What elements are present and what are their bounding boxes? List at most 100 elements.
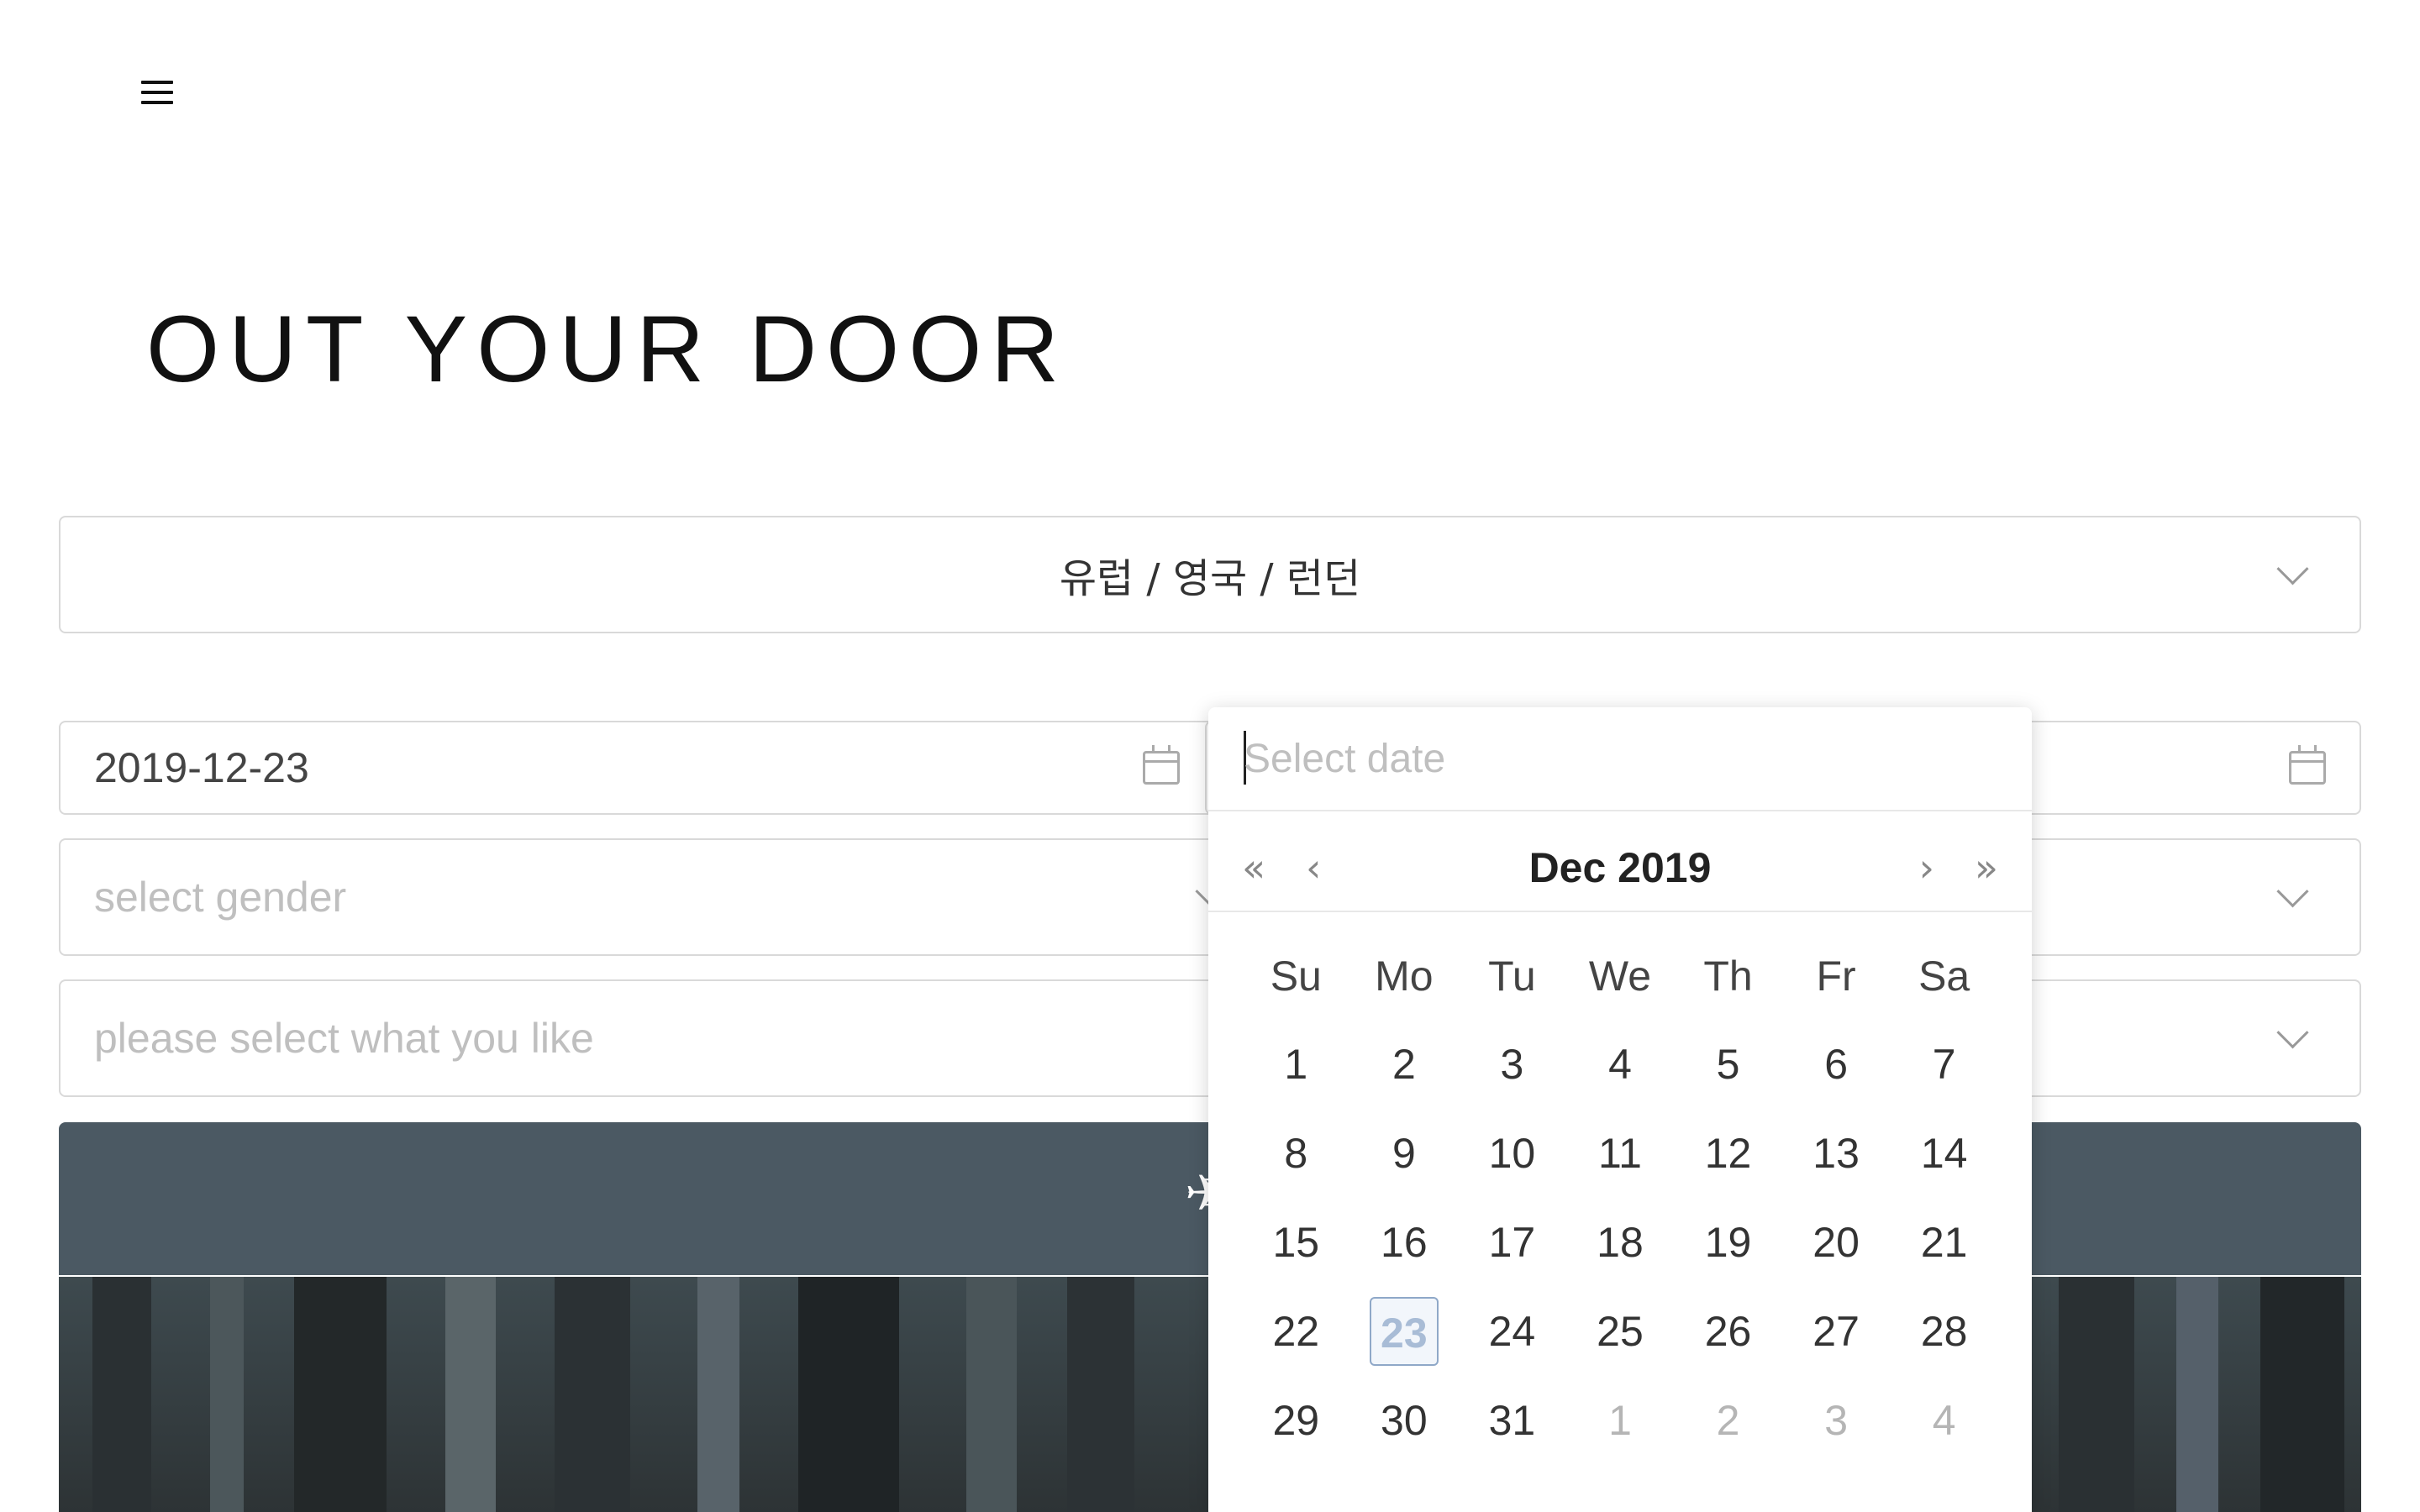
- calendar-day-number: 14: [1920, 1130, 1968, 1177]
- calendar-day[interactable]: 25: [1566, 1297, 1675, 1366]
- calendar-day-number: 1: [1284, 1041, 1308, 1088]
- calendar-day[interactable]: 2: [1674, 1386, 1782, 1455]
- calendar-day-number: 3: [1824, 1397, 1848, 1444]
- calendar-day[interactable]: 7: [1890, 1030, 1998, 1099]
- calendar-day-number: 25: [1597, 1308, 1644, 1355]
- calendar-day-number: 23: [1369, 1297, 1439, 1366]
- date-picker-header: « ‹ Dec 2019 › »: [1208, 811, 2032, 912]
- weekday-label: Mo: [1375, 953, 1434, 1000]
- calendar-icon: [1143, 745, 1180, 785]
- calendar-day[interactable]: 26: [1674, 1297, 1782, 1366]
- calendar-day-number: 2: [1716, 1397, 1740, 1444]
- calendar-day[interactable]: 4: [1566, 1030, 1675, 1099]
- calendar-day[interactable]: 4: [1890, 1386, 1998, 1455]
- calendar-day[interactable]: 3: [1782, 1386, 1891, 1455]
- calendar-day-number: 10: [1488, 1130, 1536, 1177]
- calendar-day[interactable]: 13: [1782, 1119, 1891, 1188]
- calendar-day[interactable]: 29: [1242, 1386, 1350, 1455]
- calendar-day-number: 4: [1608, 1041, 1632, 1088]
- calendar-day-number: 17: [1488, 1219, 1536, 1266]
- calendar-day-number: 31: [1488, 1397, 1536, 1444]
- calendar-day[interactable]: 27: [1782, 1297, 1891, 1366]
- location-select[interactable]: 유럽 / 영국 / 런던: [59, 516, 2361, 633]
- weekday-label: Sa: [1918, 953, 1970, 1000]
- calendar-day[interactable]: 23: [1350, 1297, 1459, 1366]
- calendar-day[interactable]: 30: [1350, 1386, 1459, 1455]
- calendar-day-number: 28: [1920, 1308, 1968, 1355]
- calendar-day-number: 21: [1920, 1219, 1968, 1266]
- chevron-down-icon: [2276, 875, 2309, 908]
- weekday-label: Fr: [1816, 953, 1856, 1000]
- calendar-day[interactable]: 22: [1242, 1297, 1350, 1366]
- calendar-day-number: 26: [1704, 1308, 1752, 1355]
- weekday-label: Th: [1703, 953, 1753, 1000]
- start-date-field[interactable]: 2019-12-23: [59, 721, 1215, 815]
- calendar-day[interactable]: 10: [1458, 1119, 1566, 1188]
- calendar-day-number: 2: [1392, 1041, 1416, 1088]
- calendar-day[interactable]: 31: [1458, 1386, 1566, 1455]
- calendar-day-number: 1: [1608, 1397, 1632, 1444]
- calendar-day[interactable]: 15: [1242, 1208, 1350, 1277]
- calendar-day-number: 7: [1932, 1041, 1956, 1088]
- calendar-day[interactable]: 5: [1674, 1030, 1782, 1099]
- calendar-day[interactable]: 3: [1458, 1030, 1566, 1099]
- start-date-value: 2019-12-23: [94, 744, 309, 791]
- weekday-label: Su: [1270, 953, 1322, 1000]
- calendar-day[interactable]: 16: [1350, 1208, 1459, 1277]
- calendar-day-number: 8: [1284, 1130, 1308, 1177]
- calendar-week: 1 2 3 4 5 6 7: [1242, 1020, 1998, 1109]
- next-year-icon[interactable]: »: [1975, 845, 1998, 890]
- calendar-day-number: 5: [1716, 1041, 1740, 1088]
- calendar-day[interactable]: 11: [1566, 1119, 1675, 1188]
- calendar-week: 22 23 24 25 26 27 28: [1242, 1287, 1998, 1376]
- calendar-day[interactable]: 19: [1674, 1208, 1782, 1277]
- calendar-week: 15 16 17 18 19 20 21: [1242, 1198, 1998, 1287]
- calendar-day[interactable]: 1: [1566, 1386, 1675, 1455]
- calendar-day[interactable]: 12: [1674, 1119, 1782, 1188]
- weekday-label: Tu: [1488, 953, 1536, 1000]
- calendar-day-number: 13: [1812, 1130, 1860, 1177]
- weekday-header: Su Mo Tu We Th Fr Sa: [1242, 932, 1998, 1020]
- calendar-day[interactable]: 8: [1242, 1119, 1350, 1188]
- calendar-day-number: 12: [1704, 1130, 1752, 1177]
- date-picker-input[interactable]: Select date: [1208, 707, 2032, 811]
- calendar-day[interactable]: 14: [1890, 1119, 1998, 1188]
- calendar-day[interactable]: 9: [1350, 1119, 1459, 1188]
- calendar-day-number: 3: [1500, 1041, 1524, 1088]
- calendar-day-number: 19: [1704, 1219, 1752, 1266]
- calendar-day-number: 29: [1272, 1397, 1320, 1444]
- calendar-day-number: 15: [1272, 1219, 1320, 1266]
- menu-icon[interactable]: [141, 81, 192, 114]
- calendar-day-number: 24: [1488, 1308, 1536, 1355]
- location-value: 유럽 / 영국 / 런던: [1059, 555, 1361, 602]
- calendar-day[interactable]: 21: [1890, 1208, 1998, 1277]
- calendar-day[interactable]: 6: [1782, 1030, 1891, 1099]
- calendar-day[interactable]: 2: [1350, 1030, 1459, 1099]
- chevron-down-icon: [2276, 1016, 2309, 1049]
- next-month-icon[interactable]: ›: [1919, 845, 1934, 890]
- interest-placeholder: please select what you like: [94, 1015, 594, 1062]
- calendar-day[interactable]: 28: [1890, 1297, 1998, 1366]
- calendar-day[interactable]: 24: [1458, 1297, 1566, 1366]
- gender-placeholder: select gender: [94, 874, 347, 921]
- calendar-grid: Su Mo Tu We Th Fr Sa 1 2 3 4 5 6 7 8 9 10 11 12 13 14 15 16 17…: [1242, 932, 1998, 1465]
- calendar-day-number: 6: [1824, 1041, 1848, 1088]
- month-label[interactable]: Dec 2019: [1208, 843, 2032, 892]
- calendar-day[interactable]: 18: [1566, 1208, 1675, 1277]
- date-picker-placeholder: Select date: [1244, 737, 1446, 781]
- calendar-day-number: 16: [1381, 1219, 1428, 1266]
- calendar-day-number: 11: [1598, 1130, 1642, 1177]
- calendar-day-number: 18: [1597, 1219, 1644, 1266]
- calendar-day-number: 9: [1392, 1130, 1416, 1177]
- page-title: OUT YOUR DOOR: [146, 297, 1069, 402]
- calendar-day-number: 20: [1812, 1219, 1860, 1266]
- calendar-week: 29 30 31 1 2 3 4: [1242, 1376, 1998, 1465]
- weekday-label: We: [1588, 953, 1652, 1000]
- calendar-icon: [2289, 745, 2326, 785]
- date-picker-popup: Select date « ‹ Dec 2019 › » Su Mo Tu We Th F…: [1208, 707, 2032, 1512]
- calendar-day[interactable]: 1: [1242, 1030, 1350, 1099]
- calendar-day[interactable]: 17: [1458, 1208, 1566, 1277]
- calendar-day[interactable]: 20: [1782, 1208, 1891, 1277]
- calendar-day-number: 22: [1272, 1308, 1320, 1355]
- calendar-day-number: 27: [1812, 1308, 1860, 1355]
